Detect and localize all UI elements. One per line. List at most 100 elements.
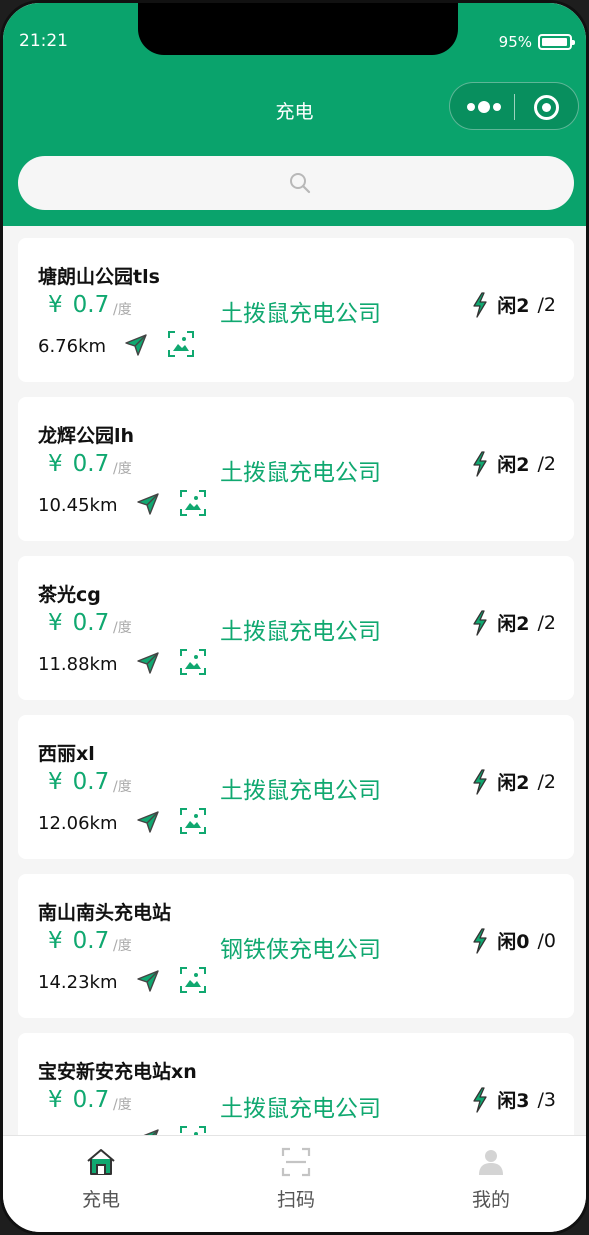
station-name: 龙辉公园lh xyxy=(38,425,135,447)
price-unit: /度 xyxy=(113,461,132,477)
station-card[interactable]: 塘朗山公园tls ¥0.7 /度 土拨鼠充电公司 闲2 /2 6.76km xyxy=(18,238,574,382)
navigate-icon[interactable] xyxy=(136,492,160,516)
station-photo-icon[interactable] xyxy=(179,1125,207,1135)
station-card[interactable]: 龙辉公园lh ¥0.7 /度 土拨鼠充电公司 闲2 /2 10.45km xyxy=(18,397,574,541)
battery-icon xyxy=(538,34,575,50)
price-value: 0.7 xyxy=(72,451,110,477)
company-name: 土拨鼠充电公司 xyxy=(220,1096,381,1122)
mini-program-capsule xyxy=(449,82,579,130)
currency-symbol: ¥ xyxy=(48,451,63,477)
bolt-icon xyxy=(473,768,487,795)
price: ¥0.7 xyxy=(48,292,109,318)
bolt-icon xyxy=(473,291,487,318)
station-card[interactable]: 茶光cg ¥0.7 /度 土拨鼠充电公司 闲2 /2 11.88km xyxy=(18,556,574,700)
currency-symbol: ¥ xyxy=(48,292,63,318)
station-photo-icon[interactable] xyxy=(167,330,195,358)
price-unit: /度 xyxy=(113,620,132,636)
idle-count: 闲2 xyxy=(497,454,530,476)
charger-availability: 闲2 /2 xyxy=(471,609,556,636)
station-name: 南山南头充电站 xyxy=(38,902,172,924)
idle-count: 闲2 xyxy=(497,772,530,794)
tab-mine[interactable]: 我的 xyxy=(431,1136,551,1232)
capsule-divider xyxy=(514,94,515,120)
station-photo-icon[interactable] xyxy=(179,648,207,676)
price-value: 0.7 xyxy=(72,769,110,795)
station-photo-icon[interactable] xyxy=(179,807,207,835)
tab-label: 扫码 xyxy=(276,1189,315,1211)
navigate-icon[interactable] xyxy=(136,810,160,834)
company-name: 土拨鼠充电公司 xyxy=(220,301,381,327)
total-count: /3 xyxy=(537,1088,557,1111)
price-unit: /度 xyxy=(113,302,132,318)
home-icon xyxy=(87,1149,115,1175)
scan-icon xyxy=(281,1147,311,1177)
price-value: 0.7 xyxy=(72,610,110,636)
distance: 14.23km xyxy=(38,972,118,993)
currency-symbol: ¥ xyxy=(48,610,63,636)
total-count: /2 xyxy=(537,770,557,793)
price: ¥0.7 xyxy=(48,451,109,477)
price: ¥0.7 xyxy=(48,928,109,954)
company-name: 土拨鼠充电公司 xyxy=(220,460,381,486)
more-dot-icon xyxy=(467,103,475,111)
price: ¥0.7 xyxy=(48,1087,109,1113)
bolt-icon xyxy=(473,609,487,636)
total-count: /2 xyxy=(537,611,557,634)
tab-charge[interactable]: 充电 xyxy=(41,1136,161,1232)
charger-availability: 闲2 /2 xyxy=(471,450,556,477)
distance: 11.88km xyxy=(38,654,118,675)
navigate-icon[interactable] xyxy=(124,333,148,357)
status-time: 21:21 xyxy=(19,31,68,51)
distance: 6.76km xyxy=(38,336,107,357)
currency-symbol: ¥ xyxy=(48,769,63,795)
price-unit: /度 xyxy=(113,938,132,954)
search-icon xyxy=(290,173,311,194)
tab-bar: 充电 扫码 我的 xyxy=(3,1135,586,1232)
station-photo-icon[interactable] xyxy=(179,489,207,517)
device-notch xyxy=(138,3,458,55)
station-list: 塘朗山公园tls ¥0.7 /度 土拨鼠充电公司 闲2 /2 6.76km 龙辉… xyxy=(18,238,574,1135)
price-unit: /度 xyxy=(113,779,132,795)
currency-symbol: ¥ xyxy=(48,1087,63,1113)
price-value: 0.7 xyxy=(72,1087,110,1113)
station-card[interactable]: 宝安新安充电站xn ¥0.7 /度 土拨鼠充电公司 闲3 /3 xyxy=(18,1033,574,1135)
search-bar[interactable] xyxy=(18,156,574,210)
tab-scan[interactable]: 扫码 xyxy=(236,1136,356,1232)
phone-screen: 21:21 95% 充电 塘朗山公园tls ¥0.7 /度 土拨鼠充电公司 闲2… xyxy=(0,0,589,1235)
price: ¥0.7 xyxy=(48,610,109,636)
total-count: /0 xyxy=(537,929,557,952)
charger-availability: 闲3 /3 xyxy=(471,1086,556,1113)
station-name: 茶光cg xyxy=(38,584,101,606)
price: ¥0.7 xyxy=(48,769,109,795)
close-mini-program-icon[interactable] xyxy=(534,95,559,120)
distance: 12.06km xyxy=(38,813,118,834)
more-dot-icon xyxy=(493,103,501,111)
charger-availability: 闲2 /2 xyxy=(471,768,556,795)
more-menu-button[interactable] xyxy=(464,96,504,118)
station-card[interactable]: 西丽xl ¥0.7 /度 土拨鼠充电公司 闲2 /2 12.06km xyxy=(18,715,574,859)
battery-percent: 95% xyxy=(498,33,532,51)
idle-count: 闲2 xyxy=(497,613,530,635)
battery-status: 95% xyxy=(498,33,575,51)
user-icon xyxy=(479,1150,503,1175)
station-photo-icon[interactable] xyxy=(179,966,207,994)
navigate-icon[interactable] xyxy=(136,969,160,993)
bolt-icon xyxy=(473,927,487,954)
bolt-icon xyxy=(473,450,487,477)
navigate-icon[interactable] xyxy=(136,651,160,675)
idle-count: 闲0 xyxy=(497,931,530,953)
price-value: 0.7 xyxy=(72,928,110,954)
charger-availability: 闲2 /2 xyxy=(471,291,556,318)
company-name: 土拨鼠充电公司 xyxy=(220,778,381,804)
charger-availability: 闲0 /0 xyxy=(471,927,556,954)
station-name: 宝安新安充电站xn xyxy=(38,1061,197,1083)
currency-symbol: ¥ xyxy=(48,928,63,954)
bolt-icon xyxy=(473,1086,487,1113)
price-unit: /度 xyxy=(113,1097,132,1113)
price-value: 0.7 xyxy=(72,292,110,318)
distance: 10.45km xyxy=(38,495,118,516)
tab-label: 充电 xyxy=(81,1189,120,1211)
station-card[interactable]: 南山南头充电站 ¥0.7 /度 钢铁侠充电公司 闲0 /0 14.23km xyxy=(18,874,574,1018)
navigate-icon[interactable] xyxy=(136,1128,160,1135)
app-header: 21:21 95% 充电 xyxy=(3,3,586,226)
